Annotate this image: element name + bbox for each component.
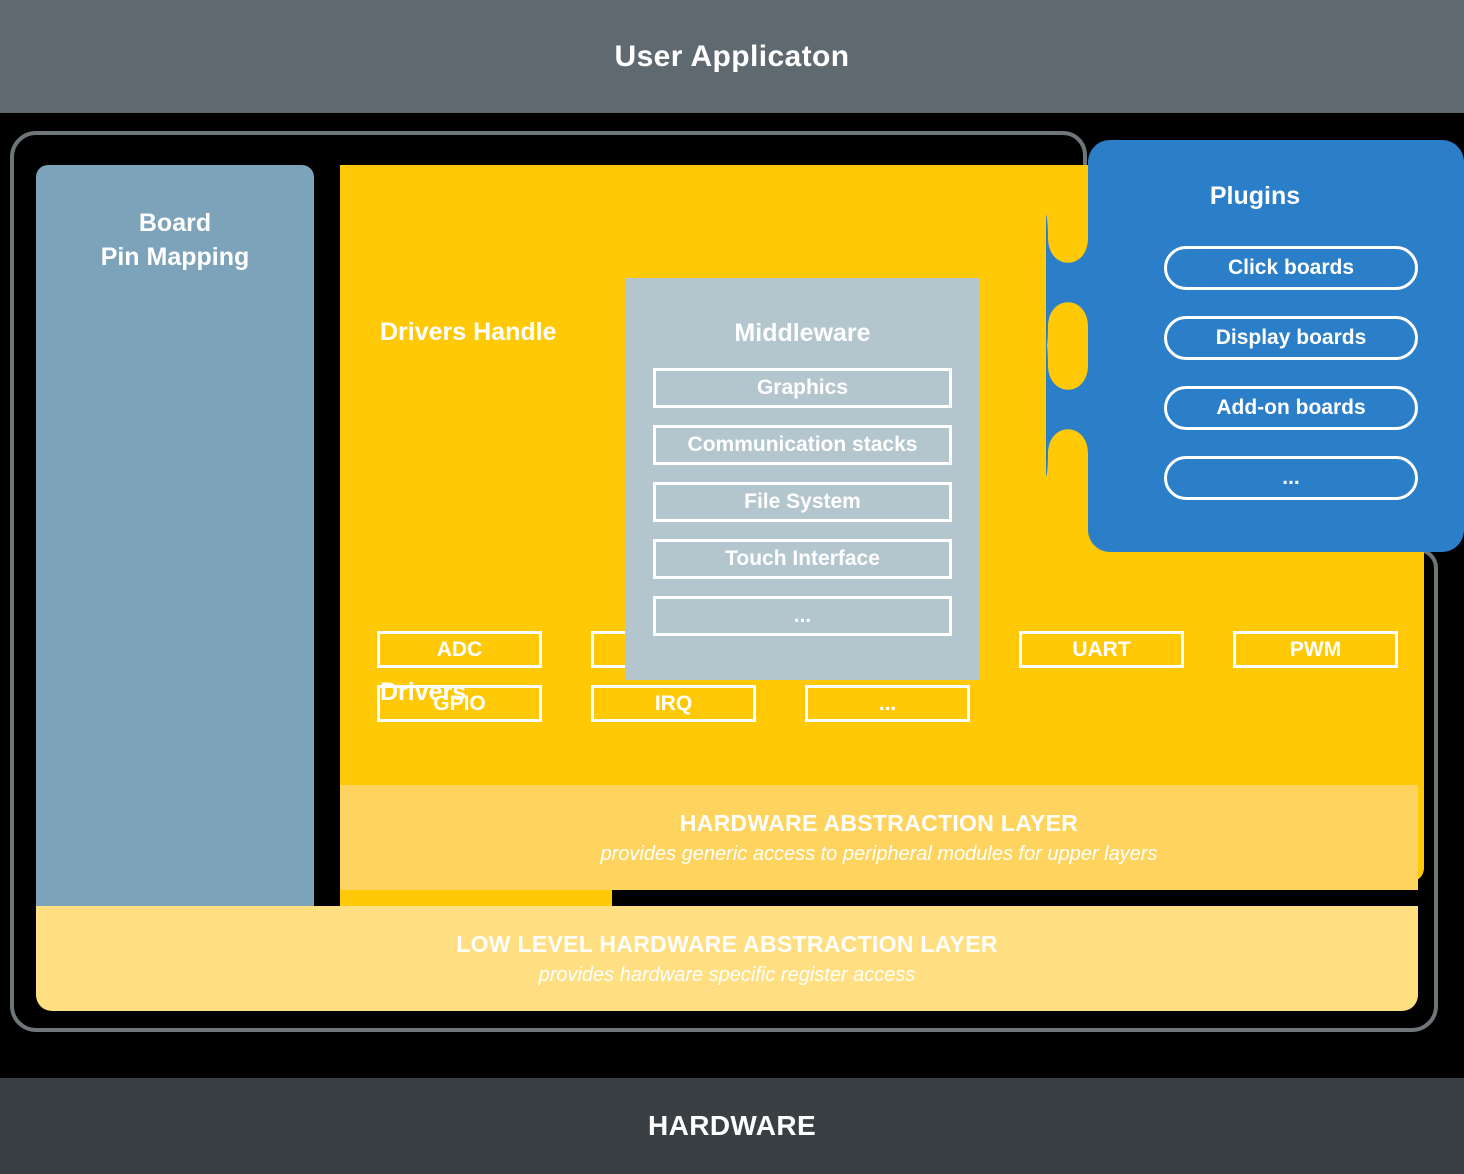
- user-application-header: User Applicaton: [0, 0, 1464, 113]
- plugin-item-click-boards[interactable]: Click boards: [1164, 246, 1418, 290]
- plugins-panel: Plugins Click boards Display boards Add-…: [1046, 140, 1464, 552]
- plugin-item-more[interactable]: ...: [1164, 456, 1418, 500]
- low-level-hal-title: LOW LEVEL HARDWARE ABSTRACTION LAYER: [456, 930, 998, 957]
- hardware-footer: HARDWARE: [0, 1078, 1464, 1174]
- middleware-item-graphics[interactable]: Graphics: [653, 368, 952, 408]
- plugin-item-add-on-boards[interactable]: Add-on boards: [1164, 386, 1418, 430]
- board-pin-mapping-title-line2: Pin Mapping: [100, 242, 250, 271]
- hardware-abstraction-layer-band: HARDWARE ABSTRACTION LAYER provides gene…: [340, 785, 1418, 890]
- hal-subtitle: provides generic access to peripheral mo…: [600, 842, 1158, 865]
- middleware-item-touch-interface[interactable]: Touch Interface: [653, 539, 952, 579]
- driver-chip-adc[interactable]: ADC: [377, 631, 542, 668]
- middleware-item-more[interactable]: ...: [653, 596, 952, 636]
- low-level-hal-subtitle: provides hardware specific register acce…: [538, 963, 916, 986]
- middleware-item-file-system[interactable]: File System: [653, 482, 952, 522]
- low-level-hardware-abstraction-layer-band: LOW LEVEL HARDWARE ABSTRACTION LAYER pro…: [36, 906, 1418, 1011]
- driver-chip-more[interactable]: ...: [805, 685, 970, 722]
- drivers-handle-title: Drivers Handle: [380, 318, 557, 346]
- middleware-list: Graphics Communication stacks File Syste…: [625, 368, 980, 636]
- middleware-panel: Middleware Graphics Communication stacks…: [625, 278, 980, 680]
- board-pin-mapping-title-line1: Board: [138, 209, 212, 237]
- middleware-title: Middleware: [734, 319, 871, 347]
- framework-stage: Board Pin Mapping Drivers Handle Drivers…: [0, 113, 1464, 1078]
- board-pin-mapping-panel: Board Pin Mapping: [36, 165, 314, 1001]
- driver-chip-uart[interactable]: UART: [1019, 631, 1184, 668]
- driver-chip-gpio[interactable]: GPIO: [377, 685, 542, 722]
- hal-title: HARDWARE ABSTRACTION LAYER: [679, 809, 1079, 836]
- footer-title: HARDWARE: [647, 1110, 817, 1141]
- plugins-list: Click boards Display boards Add-on board…: [1164, 246, 1418, 526]
- driver-chip-pwm[interactable]: PWM: [1233, 631, 1398, 668]
- driver-chip-irq[interactable]: IRQ: [591, 685, 756, 722]
- plugins-title: Plugins: [1209, 182, 1301, 210]
- header-title: User Applicaton: [614, 39, 850, 73]
- middleware-item-communication-stacks[interactable]: Communication stacks: [653, 425, 952, 465]
- drivers-chip-row-2: GPIO IRQ ...: [377, 685, 1417, 722]
- plugin-item-display-boards[interactable]: Display boards: [1164, 316, 1418, 360]
